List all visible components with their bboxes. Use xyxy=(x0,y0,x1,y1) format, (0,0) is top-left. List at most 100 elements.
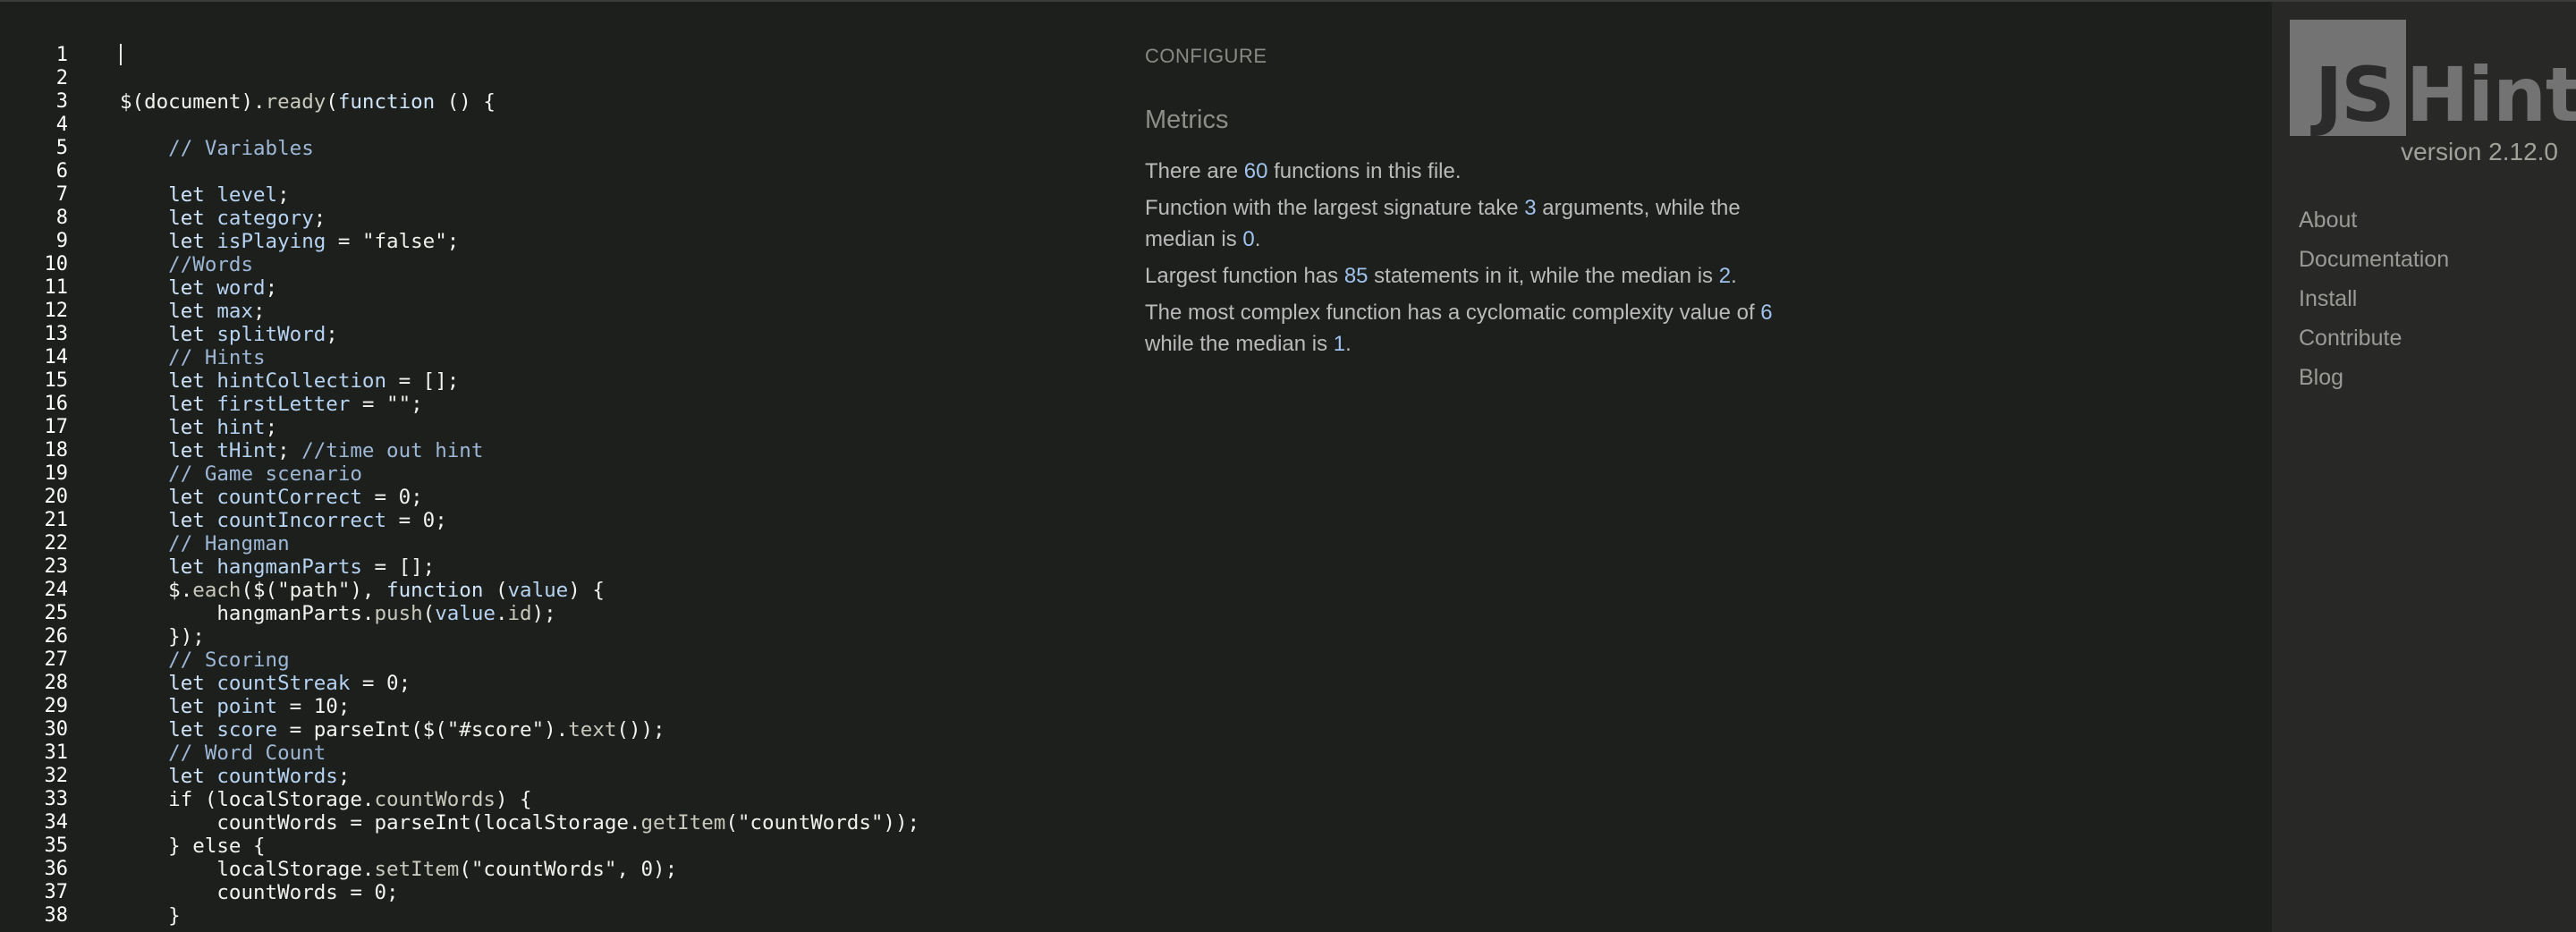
code-token: tHint xyxy=(216,439,278,462)
code-token: isPlaying xyxy=(216,230,326,253)
code-line[interactable]: let countStreak = 0; xyxy=(120,672,919,695)
code-line[interactable]: let isPlaying = "false"; xyxy=(120,230,919,253)
code-token: ) { xyxy=(568,579,605,602)
code-token: // Scoring xyxy=(120,648,290,672)
text-cursor xyxy=(120,44,122,65)
code-line[interactable]: // Scoring xyxy=(120,648,919,672)
code-line[interactable]: //Words xyxy=(120,253,919,276)
code-token: category xyxy=(216,207,314,230)
code-line[interactable] xyxy=(120,44,919,67)
configure-link[interactable]: CONFIGURE xyxy=(1145,45,1267,68)
code-line[interactable]: let tHint; //time out hint xyxy=(120,439,919,462)
code-line[interactable]: } else { xyxy=(120,835,919,858)
code-line[interactable]: let max; xyxy=(120,300,919,323)
line-number: 10 xyxy=(44,253,69,275)
code-token: $(document). xyxy=(120,90,266,114)
nav-install[interactable]: Install xyxy=(2299,279,2449,318)
nav-about[interactable]: About xyxy=(2299,200,2449,240)
code-line[interactable]: $.each($("path"), function (value) { xyxy=(120,579,919,602)
code-line[interactable]: } xyxy=(120,904,919,928)
code-line[interactable]: let hintCollection = []; xyxy=(120,369,919,393)
code-token: let xyxy=(168,672,205,695)
line-number: 4 xyxy=(55,114,68,136)
line-number: 18 xyxy=(44,439,69,462)
nav-blog[interactable]: Blog xyxy=(2299,358,2449,397)
code-line[interactable]: let hint; xyxy=(120,416,919,439)
code-line[interactable]: hangmanParts.push(value.id); xyxy=(120,602,919,625)
code-line[interactable]: // Hints xyxy=(120,346,919,369)
code-token: ), xyxy=(350,579,387,602)
code-token: // Hints xyxy=(120,346,266,369)
code-line[interactable] xyxy=(120,160,919,183)
signature-median: 0 xyxy=(1242,227,1255,251)
code-token: } xyxy=(120,904,181,928)
line-number: 11 xyxy=(44,276,69,299)
code-line[interactable]: $(document).ready(function () { xyxy=(120,90,919,114)
code-token: let xyxy=(168,230,205,253)
code-line[interactable]: let countIncorrect = 0; xyxy=(120,509,919,532)
code-token: = 10; xyxy=(277,695,351,718)
line-number: 22 xyxy=(44,532,69,555)
code-token: let xyxy=(168,183,205,207)
code-line[interactable] xyxy=(120,67,919,90)
code-line[interactable]: let category; xyxy=(120,207,919,230)
code-line[interactable]: let countCorrect = 0; xyxy=(120,486,919,509)
code-line[interactable]: let level; xyxy=(120,183,919,207)
nav-documentation[interactable]: Documentation xyxy=(2299,240,2449,279)
complexity-value: 6 xyxy=(1760,301,1773,325)
code-token: = parseInt($( xyxy=(277,718,447,741)
code-area[interactable]: $(document).ready(function () { // Varia… xyxy=(120,44,919,928)
code-line[interactable]: // Hangman xyxy=(120,532,919,555)
code-line[interactable]: let hangmanParts = []; xyxy=(120,555,919,579)
nav-contribute[interactable]: Contribute xyxy=(2299,318,2449,358)
code-token: point xyxy=(216,695,278,718)
line-number: 6 xyxy=(55,160,68,182)
code-token: let xyxy=(168,369,205,393)
code-line[interactable]: let splitWord; xyxy=(120,323,919,346)
line-number: 34 xyxy=(44,811,69,834)
code-line[interactable]: if (localStorage.countWords) { xyxy=(120,788,919,811)
code-token: "path" xyxy=(277,579,351,602)
code-line[interactable]: // Word Count xyxy=(120,741,919,765)
logo-js-text[interactable]: JS xyxy=(2315,50,2395,140)
code-line[interactable]: localStorage.setItem("countWords", 0); xyxy=(120,858,919,881)
line-number: 13 xyxy=(44,323,69,345)
code-token: } else { xyxy=(120,835,266,858)
code-token: ; xyxy=(265,416,278,439)
code-token: firstLetter xyxy=(216,393,351,416)
code-line[interactable]: let firstLetter = ""; xyxy=(120,393,919,416)
code-token: ($( xyxy=(241,579,278,602)
code-line[interactable]: }); xyxy=(120,625,919,648)
line-number: 31 xyxy=(44,741,69,764)
code-token: countIncorrect xyxy=(216,509,387,532)
code-line[interactable] xyxy=(120,114,919,137)
code-token: push xyxy=(374,602,423,625)
code-token: let xyxy=(168,416,205,439)
code-line[interactable]: let word; xyxy=(120,276,919,300)
code-token: // Game scenario xyxy=(120,462,362,486)
logo-hint-text[interactable]: Hint xyxy=(2406,50,2576,140)
code-line[interactable]: countWords = 0; xyxy=(120,881,919,904)
code-line[interactable]: // Game scenario xyxy=(120,462,919,486)
code-token: ; xyxy=(277,439,302,462)
code-line[interactable]: countWords = parseInt(localStorage.getIt… xyxy=(120,811,919,835)
line-number-gutter: 1 2 3 4 5 6 7 8 9 10 11 12 13 14 15 16 17 18 19 20 21 22 23 24 2… xyxy=(0,44,69,928)
code-editor[interactable]: 1 2 3 4 5 6 7 8 9 10 11 12 13 14 15 16 17 18 19 20 21 22 23 24 2… xyxy=(0,2,1109,932)
code-line[interactable]: // Variables xyxy=(120,137,919,160)
line-number: 37 xyxy=(44,881,69,903)
code-line[interactable]: let countWords; xyxy=(120,765,919,788)
code-line[interactable]: let score = parseInt($("#score").text())… xyxy=(120,718,919,741)
code-line[interactable]: let point = 10; xyxy=(120,695,919,718)
